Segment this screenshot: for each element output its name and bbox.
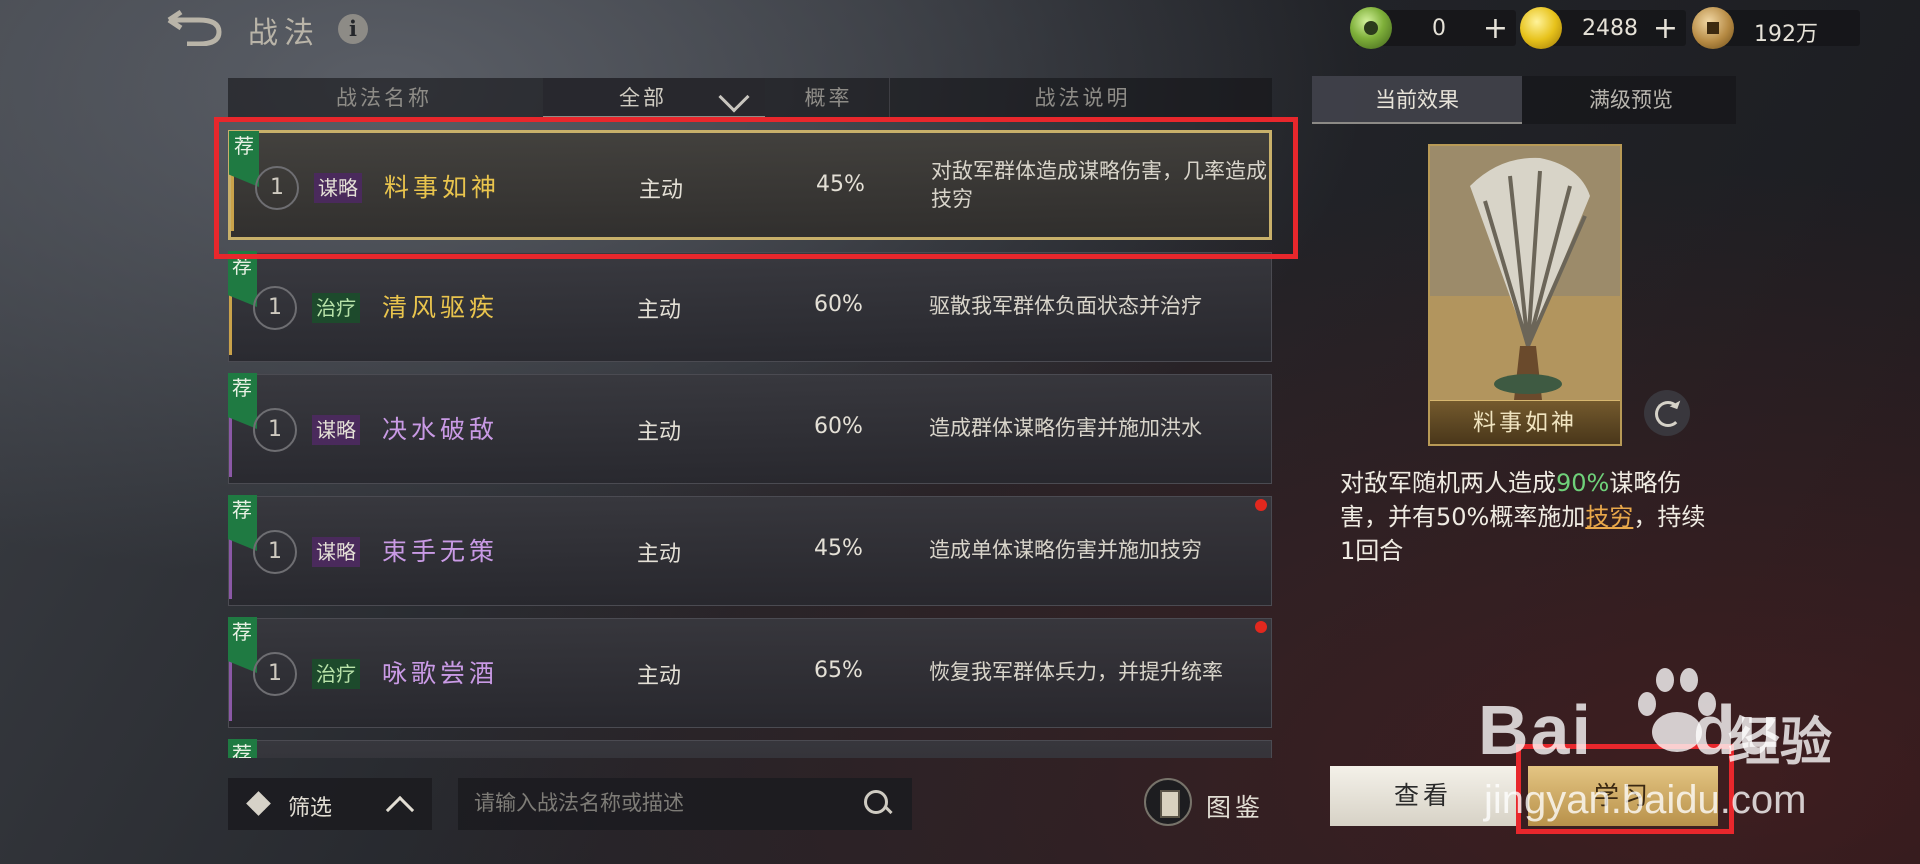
skill-row[interactable]: 荐 1 治疗 咏歌尝酒 主动 65% 恢复我军群体兵力，并提升统率 — [228, 617, 1272, 728]
currency-jade: 0 + — [1350, 7, 1516, 49]
skill-description: 恢复我军群体兵力，并提升统率 — [929, 660, 1223, 684]
filter-diamond-icon — [246, 791, 271, 816]
column-header-desc: 战法说明 — [1034, 86, 1131, 110]
back-arrow-icon[interactable] — [165, 10, 227, 46]
skill-name: 料事如神 — [384, 173, 501, 202]
recommend-badge: 荐 — [228, 617, 257, 673]
skill-level: 1 — [253, 286, 297, 330]
codex-label: 图鉴 — [1206, 793, 1265, 822]
skill-kind: 主动 — [639, 178, 684, 203]
effect-description: 对敌军随机两人造成90%谋略伤害，并有50%概率施加技穷，持续1回合 — [1340, 466, 1720, 568]
type-filter-value: 全部 — [619, 86, 667, 110]
skill-type-tag: 谋略 — [312, 537, 360, 567]
paw-icon — [1628, 662, 1724, 758]
skill-type-tag: 谋略 — [312, 415, 360, 445]
skill-level: 1 — [253, 530, 297, 574]
add-jade-button[interactable]: + — [1483, 11, 1508, 46]
skill-description: 驱散我军群体负面状态并治疗 — [929, 294, 1202, 318]
add-gold-button[interactable]: + — [1653, 11, 1678, 46]
tab-current-effect[interactable]: 当前效果 — [1312, 76, 1522, 124]
skill-row[interactable]: 荐 1 治疗 清风驱疾 主动 60% 驱散我军群体负面状态并治疗 — [228, 251, 1272, 362]
info-icon[interactable]: i — [338, 14, 368, 44]
jade-value: 0 — [1432, 16, 1446, 41]
skill-kind: 主动 — [637, 420, 682, 445]
gold-value: 2488 — [1582, 16, 1638, 41]
skill-rate: 45% — [814, 536, 863, 561]
skill-level: 1 — [253, 652, 297, 696]
currency-gold: 2488 + — [1520, 7, 1686, 49]
skill-row[interactable]: 荐 1 谋略 料事如神 主动 45% 对敌军群体造成谋略伤害，几率造成技穷 — [228, 130, 1272, 240]
effect-text-part: 对敌军随机两人造成 — [1340, 469, 1556, 497]
skill-row[interactable]: 荐 — [228, 739, 1272, 758]
refresh-icon[interactable] — [1644, 390, 1690, 436]
skill-type-tag: 治疗 — [312, 659, 360, 689]
recommend-badge: 荐 — [228, 373, 257, 429]
new-indicator-dot — [1255, 621, 1267, 633]
copper-coin-icon — [1692, 7, 1734, 49]
skill-name: 咏歌尝酒 — [382, 659, 499, 688]
status-keyword-link[interactable]: 技穷 — [1585, 503, 1633, 531]
skill-table-header: 战法名称 全部 概率 战法说明 — [228, 78, 1272, 118]
column-header-name: 战法名称 — [336, 86, 432, 110]
copper-value: 192万 — [1754, 22, 1818, 47]
skill-type-tag: 谋略 — [314, 173, 362, 203]
chevron-up-icon — [385, 795, 415, 825]
recommend-badge: 荐 — [229, 131, 259, 187]
recommend-badge: 荐 — [228, 739, 257, 758]
view-button[interactable]: 查看 — [1330, 766, 1516, 826]
top-bar: 战法 i 0 + 2488 + 192万 — [0, 0, 1920, 60]
column-header-rate: 概率 — [768, 78, 890, 118]
skill-row[interactable]: 荐 1 谋略 决水破敌 主动 60% 造成群体谋略伤害并施加洪水 — [228, 373, 1272, 484]
recommend-badge: 荐 — [228, 251, 257, 307]
search-input[interactable] — [458, 778, 848, 830]
skill-rate: 60% — [814, 414, 863, 439]
page-title: 战法 — [248, 16, 320, 51]
skill-description: 造成群体谋略伤害并施加洪水 — [929, 416, 1202, 440]
skill-rate: 60% — [814, 292, 863, 317]
chevron-down-icon — [718, 81, 750, 113]
skill-kind: 主动 — [637, 542, 682, 567]
skill-description: 造成单体谋略伤害并施加技穷 — [929, 538, 1202, 562]
skill-level: 1 — [255, 166, 299, 210]
currency-copper: 192万 — [1692, 7, 1860, 49]
skill-type-tag: 治疗 — [312, 293, 360, 323]
filter-label: 筛选 — [288, 796, 333, 821]
watermark-cn-text: 经验 — [1728, 713, 1833, 773]
search-icon[interactable] — [864, 790, 892, 818]
feather-fan-illustration — [1430, 146, 1620, 400]
skill-rate: 45% — [816, 172, 865, 197]
skill-kind: 主动 — [637, 664, 682, 689]
learn-button[interactable]: 学习 — [1528, 766, 1718, 826]
skill-name: 清风驱疾 — [382, 293, 499, 322]
gold-coin-icon — [1520, 7, 1562, 49]
skill-name: 束手无策 — [382, 537, 499, 566]
skill-list[interactable]: 荐 1 谋略 料事如神 主动 45% 对敌军群体造成谋略伤害，几率造成技穷 荐 … — [228, 130, 1272, 758]
skill-name: 决水破敌 — [382, 415, 499, 444]
search-box — [458, 778, 912, 830]
skill-rate: 65% — [814, 658, 863, 683]
codex-book-icon — [1144, 778, 1192, 826]
new-indicator-dot — [1255, 499, 1267, 511]
codex-button[interactable]: 图鉴 — [1142, 776, 1272, 832]
skill-description: 对敌军群体造成谋略伤害，几率造成技穷 — [931, 159, 1267, 211]
watermark-logo-text: Bai du — [1478, 691, 1783, 769]
tab-max-level-preview[interactable]: 满级预览 — [1526, 76, 1736, 124]
recommend-badge: 荐 — [228, 495, 257, 551]
type-filter-dropdown[interactable]: 全部 — [543, 78, 765, 118]
skill-row[interactable]: 荐 1 谋略 束手无策 主动 45% 造成单体谋略伤害并施加技穷 — [228, 495, 1272, 606]
jade-coin-icon — [1350, 7, 1392, 49]
card-skill-name: 料事如神 — [1430, 400, 1620, 444]
skill-card: 料事如神 — [1428, 144, 1622, 446]
filter-button[interactable]: 筛选 — [228, 778, 432, 830]
skill-level: 1 — [253, 408, 297, 452]
skill-kind: 主动 — [637, 298, 682, 323]
effect-damage-percent: 90% — [1556, 469, 1610, 497]
effect-tabs: 当前效果 满级预览 — [1312, 76, 1736, 124]
